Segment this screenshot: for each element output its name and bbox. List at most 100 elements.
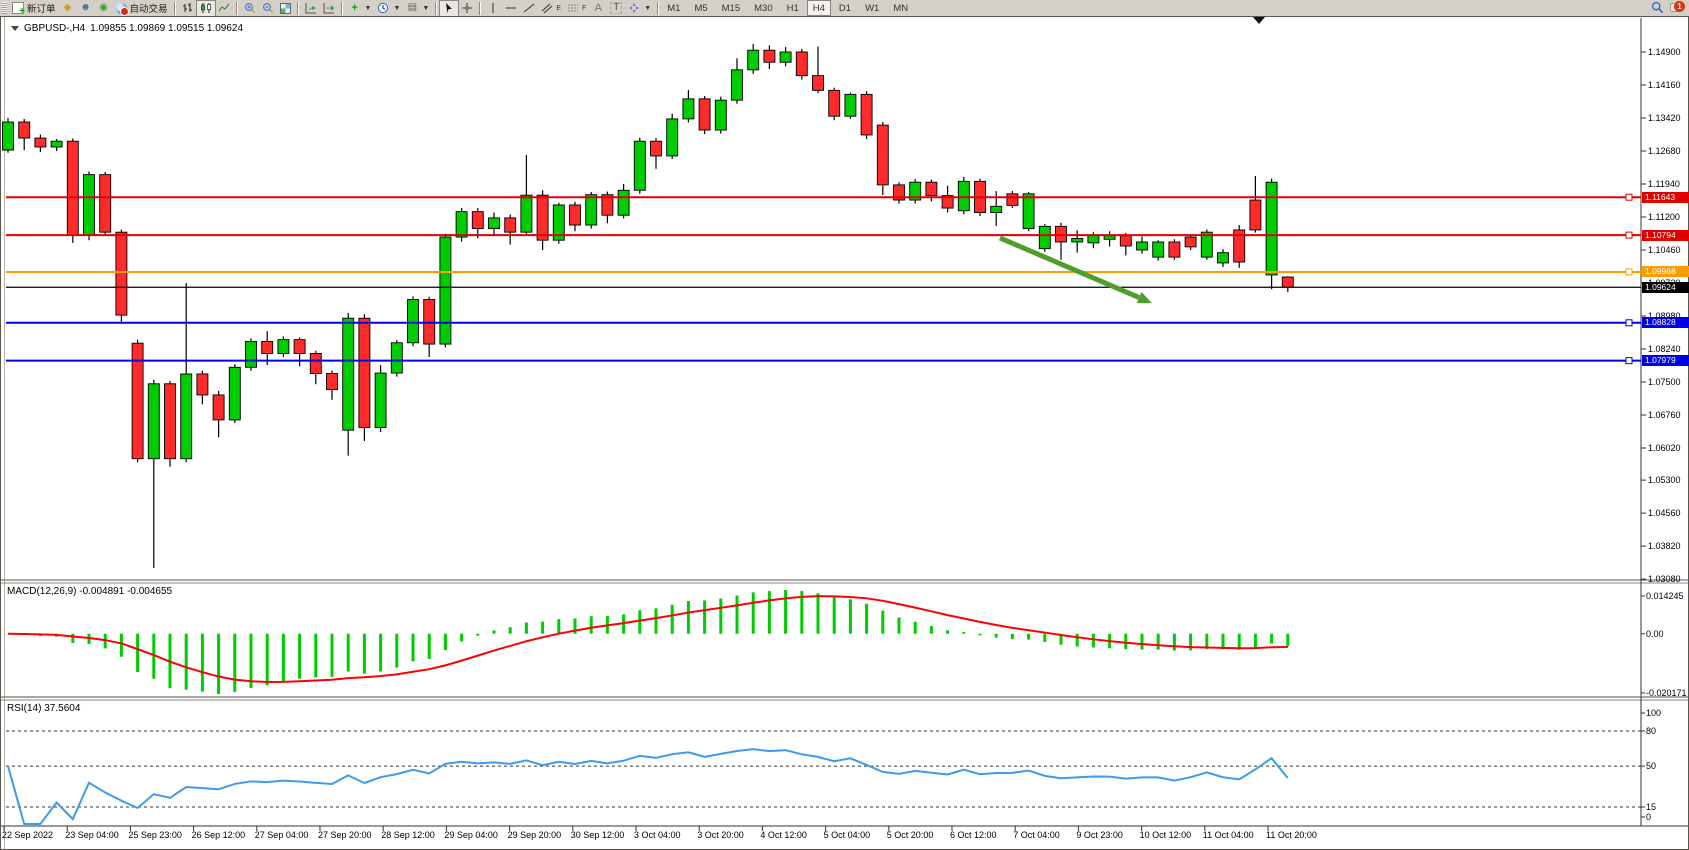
time-tick-label: 27 Sep 20:00 (318, 830, 372, 840)
rsi-axis-label: 15 (1646, 802, 1656, 812)
price-tick-label: 1.07500 (1648, 377, 1681, 387)
bull-candle (148, 384, 159, 459)
price-tick-label: 1.10460 (1648, 245, 1681, 255)
bear-candle (262, 341, 273, 353)
bear-candle (165, 384, 176, 459)
bull-candle (748, 50, 759, 70)
line-handle (1626, 320, 1632, 326)
price-tick-label: 1.14160 (1648, 80, 1681, 90)
bear-candle (570, 205, 581, 225)
bull-candle (1218, 253, 1229, 263)
time-tick-label: 11 Oct 20:00 (1266, 830, 1317, 840)
time-tick-label: 7 Oct 04:00 (1013, 830, 1060, 840)
bull-candle (343, 318, 354, 430)
price-tick-label: 1.12680 (1648, 146, 1681, 156)
macd-axis-label: 0.014245 (1646, 591, 1684, 601)
macd-axis-label: 0.00 (1646, 629, 1664, 639)
price-tick-label: 1.06020 (1648, 443, 1681, 453)
bear-candle (861, 94, 872, 135)
time-tick-label: 27 Sep 04:00 (255, 830, 309, 840)
bear-candle (359, 318, 370, 427)
bear-candle (310, 353, 321, 373)
bull-candle (1153, 242, 1164, 257)
time-tick-label: 30 Sep 12:00 (571, 830, 625, 840)
time-tick-label: 26 Sep 12:00 (192, 830, 246, 840)
bull-candle (1137, 242, 1148, 250)
bull-candle (456, 212, 467, 237)
time-tick-label: 6 Oct 12:00 (950, 830, 997, 840)
line-handle (1626, 269, 1632, 275)
line-handle (1626, 232, 1632, 238)
bear-candle (699, 99, 710, 130)
time-tick-label: 11 Oct 04:00 (1203, 830, 1254, 840)
trend-arrow[interactable] (1000, 238, 1139, 298)
time-tick-label: 5 Oct 20:00 (887, 830, 934, 840)
bull-candle (732, 70, 743, 100)
bull-candle (1039, 226, 1050, 248)
bull-candle (408, 300, 419, 343)
macd-axis-label: -0.020171 (1646, 688, 1687, 698)
bull-candle (1023, 194, 1034, 229)
bull-candle (667, 119, 678, 156)
bear-candle (1007, 194, 1018, 206)
bear-candle (213, 395, 224, 420)
bear-candle (877, 125, 888, 185)
bull-candle (618, 190, 629, 215)
bull-candle (780, 52, 791, 62)
bull-candle (3, 122, 14, 150)
price-line-label: 1.10794 (1642, 230, 1689, 241)
price-line-label: 1.07979 (1642, 355, 1689, 366)
bull-candle (440, 237, 451, 344)
bear-candle (100, 175, 111, 233)
bull-candle (1072, 238, 1083, 242)
bull-candle (278, 340, 289, 354)
bear-candle (651, 141, 662, 156)
rsi-axis-label: 50 (1646, 761, 1656, 771)
bull-candle (958, 181, 969, 210)
bear-candle (1282, 277, 1293, 287)
bull-candle (991, 206, 1002, 212)
bear-candle (926, 182, 937, 195)
price-tick-label: 1.11940 (1648, 179, 1680, 189)
bear-candle (294, 340, 305, 354)
bull-candle (634, 141, 645, 190)
time-tick-label: 9 Oct 23:00 (1076, 830, 1123, 840)
price-line-label: 1.08828 (1642, 317, 1689, 328)
time-tick-label: 28 Sep 12:00 (381, 830, 435, 840)
bull-candle (181, 374, 192, 459)
bull-candle (1266, 182, 1277, 275)
chart-plot-area[interactable] (0, 0, 1689, 850)
bear-candle (829, 90, 840, 116)
time-tick-label: 25 Sep 23:00 (128, 830, 182, 840)
bull-candle (715, 100, 726, 130)
bear-candle (813, 76, 824, 91)
bear-candle (35, 138, 46, 147)
price-line-label: 1.09624 (1642, 282, 1689, 293)
time-tick-label: 29 Sep 04:00 (444, 830, 498, 840)
time-tick-label: 29 Sep 20:00 (508, 830, 562, 840)
price-tick-label: 1.04560 (1648, 508, 1681, 518)
price-line-label: 1.09968 (1642, 266, 1689, 277)
rsi-axis-label: 0 (1646, 812, 1651, 822)
bear-candle (1169, 242, 1180, 257)
bear-candle (472, 212, 483, 229)
bear-candle (1250, 200, 1261, 230)
price-tick-label: 1.11200 (1648, 212, 1680, 222)
bear-candle (19, 122, 30, 138)
price-tick-label: 1.05300 (1648, 475, 1681, 485)
time-tick-label: 22 Sep 2022 (2, 830, 53, 840)
rsi-line (8, 749, 1288, 824)
time-tick-label: 4 Oct 12:00 (760, 830, 807, 840)
bear-candle (1120, 236, 1131, 246)
price-line-label: 1.11643 (1642, 192, 1689, 203)
price-tick-label: 1.08240 (1648, 344, 1681, 354)
bull-candle (489, 218, 500, 229)
bear-candle (537, 195, 548, 240)
rsi-axis-label: 100 (1646, 708, 1661, 718)
bull-candle (229, 367, 240, 420)
bull-candle (246, 341, 257, 367)
bear-candle (1185, 237, 1196, 247)
bull-candle (391, 343, 402, 373)
price-tick-label: 1.13420 (1648, 113, 1681, 123)
time-tick-label: 10 Oct 12:00 (1140, 830, 1192, 840)
